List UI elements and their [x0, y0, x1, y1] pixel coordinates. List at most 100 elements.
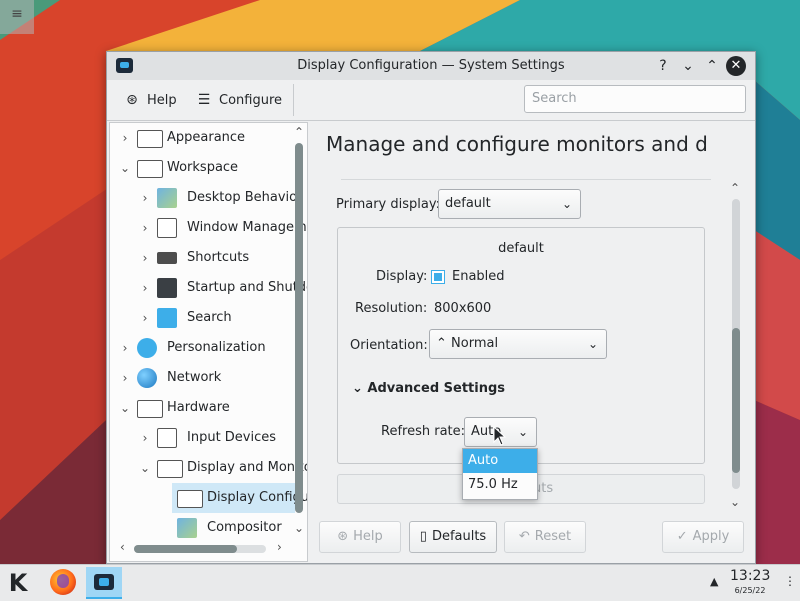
chevron-down-icon: ⌄: [352, 381, 368, 396]
sidebar-vertical-scrollbar[interactable]: [295, 133, 303, 521]
display-enabled-checkbox[interactable]: [431, 270, 445, 284]
sidebar-item-hardware[interactable]: ⌄ Hardware: [110, 393, 295, 423]
clock-time[interactable]: 13:23: [730, 568, 770, 584]
globe-icon: [137, 368, 157, 388]
sidebar-item-label: Display and Monitor: [187, 460, 308, 475]
orientation-value: Normal: [451, 336, 499, 351]
chevron-down-icon: ⌄: [587, 337, 598, 351]
defaults-button-label: Defaults: [431, 529, 487, 544]
system-settings-window: Display Configuration — System Settings …: [106, 51, 756, 564]
chevron-right-icon[interactable]: ›: [118, 123, 132, 153]
help-button-label: Help: [353, 529, 383, 544]
refresh-rate-label: Refresh rate:: [381, 424, 466, 439]
sidebar-item-label: Workspace: [167, 160, 239, 175]
content-vertical-scrollbar[interactable]: ⌃ ⌄: [730, 181, 741, 513]
sidebar-item-workspace[interactable]: ⌄ Workspace: [110, 153, 295, 183]
scroll-right-icon[interactable]: ›: [277, 540, 282, 554]
sidebar-item-label: Desktop Behavior: [187, 190, 303, 205]
desktop-menu-button[interactable]: ≡: [0, 0, 34, 34]
defaults-button[interactable]: ▯ Defaults: [409, 521, 497, 553]
chevron-right-icon[interactable]: ›: [138, 213, 152, 243]
sidebar-item-label: Network: [167, 370, 222, 385]
monitor-icon: [157, 460, 183, 478]
orientation-label: Orientation:: [350, 338, 428, 353]
apply-button[interactable]: ✓ Apply: [662, 521, 744, 553]
refresh-rate-dropdown: Auto 75.0 Hz: [462, 448, 538, 500]
help-button[interactable]: ⊛ Help: [319, 521, 401, 553]
scroll-left-icon[interactable]: ‹: [120, 540, 125, 554]
scroll-down-icon[interactable]: ⌄: [730, 495, 740, 509]
reset-button[interactable]: ↶ Reset: [504, 521, 586, 553]
resolution-value: 800x600: [434, 301, 492, 316]
workspace-icon: [137, 160, 163, 178]
title-bar[interactable]: Display Configuration — System Settings …: [107, 52, 755, 80]
chevron-down-icon[interactable]: ⌄: [138, 453, 152, 483]
panel-menu-icon[interactable]: ⋮: [784, 574, 796, 588]
application-launcher-icon[interactable]: K: [3, 568, 33, 598]
advanced-settings-toggle[interactable]: ⌄ Advanced Settings: [352, 381, 505, 396]
refresh-option-75hz[interactable]: 75.0 Hz: [463, 473, 537, 497]
sidebar-item-shortcuts[interactable]: › Shortcuts: [110, 243, 295, 273]
document-icon: ▯: [419, 529, 427, 544]
display-enabled-label: Enabled: [452, 269, 505, 284]
tray-expand-icon[interactable]: ▲: [710, 575, 718, 588]
sidebar-item-desktop-behavior[interactable]: › Desktop Behavior: [110, 183, 302, 213]
keyboard-icon: [157, 252, 177, 264]
sidebar-item-label: Startup and Shutdown: [187, 280, 307, 295]
scrollbar-thumb[interactable]: [732, 328, 740, 473]
page-title: Manage and configure monitors and displa…: [326, 132, 708, 156]
help-icon[interactable]: ?: [653, 56, 673, 76]
chevron-right-icon[interactable]: ›: [138, 273, 152, 303]
chevron-right-icon[interactable]: ›: [118, 333, 132, 363]
scrollbar-thumb[interactable]: [295, 143, 303, 513]
taskbar: K ▲ 13:23 6/25/22 ⋮: [0, 564, 800, 601]
sidebar-item-personalization[interactable]: › Personalization: [110, 333, 295, 363]
toolbar: ⊛ Help ☰ Configure Search: [107, 80, 755, 121]
sidebar-item-startup-shutdown[interactable]: › Startup and Shutdown: [110, 273, 307, 303]
chevron-right-icon[interactable]: ›: [118, 363, 132, 393]
scroll-up-icon[interactable]: ⌃: [730, 181, 740, 195]
sidebar-item-appearance[interactable]: › Appearance: [110, 123, 295, 153]
minimize-button[interactable]: ⌄: [678, 56, 698, 76]
sidebar-item-label: Shortcuts: [187, 250, 250, 265]
reset-button-label: Reset: [534, 529, 572, 544]
maximize-button[interactable]: ⌃: [702, 56, 722, 76]
configure-label: Configure: [219, 93, 283, 108]
chevron-down-icon[interactable]: ⌄: [118, 153, 132, 183]
clock-date: 6/25/22: [734, 586, 766, 595]
horizontal-scrollbar-thumb[interactable]: [134, 545, 237, 553]
refresh-option-auto[interactable]: Auto: [463, 449, 537, 473]
firefox-icon[interactable]: [50, 569, 76, 595]
chevron-right-icon[interactable]: ›: [138, 303, 152, 333]
toolbar-separator: [293, 84, 294, 116]
primary-display-label: Primary display:: [336, 197, 440, 212]
window-management-icon: [157, 218, 177, 238]
configure-button[interactable]: ☰ Configure: [195, 90, 282, 110]
chevron-right-icon[interactable]: ›: [138, 243, 152, 273]
orientation-combo[interactable]: ⌃ Normal ⌄: [429, 329, 607, 359]
chevron-down-icon[interactable]: ⌄: [118, 393, 132, 423]
sidebar-item-window-management[interactable]: › Window Management: [110, 213, 307, 243]
startup-icon: [157, 278, 177, 298]
sidebar-item-compositor[interactable]: Compositor: [110, 513, 295, 543]
sidebar-item-display-configuration[interactable]: Display Configuration: [172, 483, 307, 513]
sidebar-item-display-monitor[interactable]: ⌄ Display and Monitor: [110, 453, 307, 483]
sidebar-item-label: Hardware: [167, 400, 230, 415]
undo-icon: ↶: [518, 529, 530, 544]
task-system-settings[interactable]: [86, 567, 122, 599]
search-input[interactable]: Search: [524, 85, 746, 113]
chevron-right-icon[interactable]: ›: [138, 183, 152, 213]
sidebar-item-label: Display Configuration: [207, 490, 307, 505]
scroll-down-icon[interactable]: ⌄: [294, 521, 304, 535]
sidebar-item-search[interactable]: › Search: [110, 303, 295, 333]
primary-display-combo[interactable]: default ⌄: [438, 189, 581, 219]
close-button[interactable]: ✕: [726, 56, 746, 76]
toolbar-help-button[interactable]: ⊛ Help: [123, 90, 177, 110]
chevron-right-icon[interactable]: ›: [138, 423, 152, 453]
sidebar-item-label: Input Devices: [187, 430, 277, 445]
appearance-icon: [137, 130, 163, 148]
sidebar-item-input-devices[interactable]: › Input Devices: [110, 423, 295, 453]
sidebar-item-network[interactable]: › Network: [110, 363, 295, 393]
output-settings-panel: default Display: Enabled Resolution: 800…: [337, 227, 705, 464]
resolution-label: Resolution:: [355, 301, 428, 316]
